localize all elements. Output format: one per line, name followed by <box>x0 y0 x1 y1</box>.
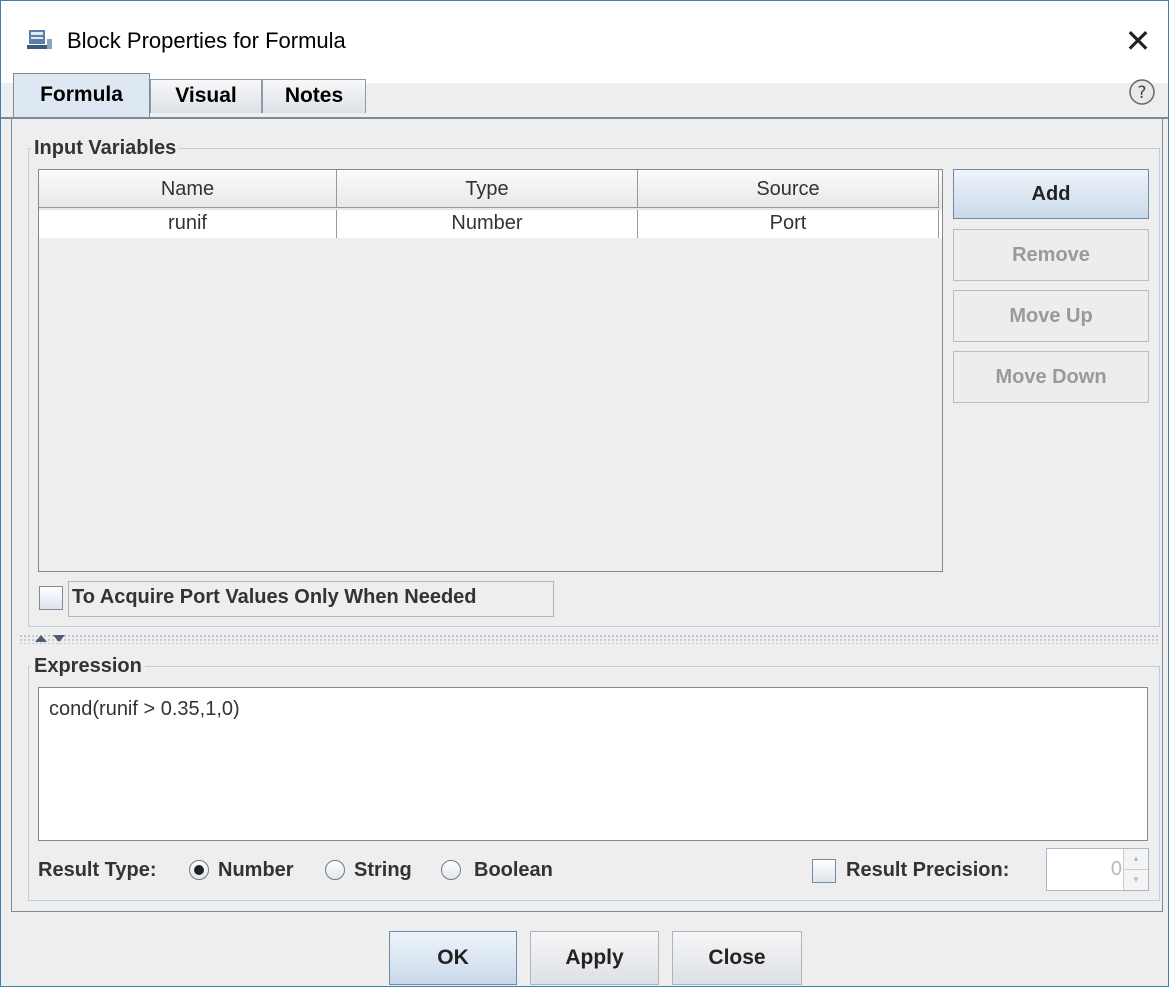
ok-button[interactable]: OK <box>389 931 517 985</box>
spinner-buttons: ▲ ▼ <box>1123 849 1148 890</box>
input-variables-table: Name Type Source runif Number Port <box>38 169 943 572</box>
input-variables-legend: Input Variables <box>34 137 177 159</box>
result-precision-spinner[interactable]: 0 ▲ ▼ <box>1046 848 1149 891</box>
tab-visual[interactable]: Visual <box>150 79 262 113</box>
result-type-boolean-label[interactable]: Boolean <box>474 859 553 882</box>
window-title: Block Properties for Formula <box>67 28 346 53</box>
result-type-label: Result Type: <box>38 859 157 881</box>
title-bar: Block Properties for Formula ✕ <box>1 1 1168 83</box>
spinner-up-icon[interactable]: ▲ <box>1124 849 1148 870</box>
splitter-arrows-icon[interactable] <box>33 632 73 644</box>
close-icon[interactable]: ✕ <box>1118 21 1158 61</box>
result-precision-label[interactable]: Result Precision: <box>846 859 1009 882</box>
acquire-port-values-label[interactable]: To Acquire Port Values Only When Needed <box>72 586 477 609</box>
expression-legend: Expression <box>34 655 142 677</box>
dialog-window: Block Properties for Formula ✕ Formula V… <box>0 0 1169 987</box>
svg-text:?: ? <box>1137 83 1146 103</box>
expression-textarea[interactable]: cond(runif > 0.35,1,0) <box>38 687 1148 841</box>
move-up-button[interactable]: Move Up <box>953 290 1149 342</box>
result-precision-value[interactable]: 0 <box>1111 849 1122 890</box>
result-type-boolean-radio[interactable] <box>441 860 461 880</box>
result-precision-checkbox[interactable] <box>812 859 836 883</box>
move-down-button[interactable]: Move Down <box>953 351 1149 403</box>
close-button[interactable]: Close <box>672 931 802 985</box>
block-properties-icon <box>27 30 52 49</box>
result-type-number-radio[interactable] <box>189 860 209 880</box>
result-type-string-label[interactable]: String <box>354 859 412 882</box>
table-row[interactable]: runif Number Port <box>39 210 942 238</box>
result-type-string-radio[interactable] <box>325 860 345 880</box>
tab-formula[interactable]: Formula <box>13 73 150 117</box>
help-icon[interactable]: ? <box>1128 78 1156 106</box>
cell-type[interactable]: Number <box>337 210 638 238</box>
result-type-number-label[interactable]: Number <box>218 859 294 882</box>
remove-button[interactable]: Remove <box>953 229 1149 281</box>
cell-name[interactable]: runif <box>39 210 337 238</box>
table-header: Name Type Source <box>39 170 942 210</box>
column-header-source[interactable]: Source <box>638 170 939 208</box>
radio-selected-dot <box>194 865 204 875</box>
acquire-port-values-checkbox[interactable] <box>39 586 63 610</box>
apply-button[interactable]: Apply <box>530 931 659 985</box>
tab-notes[interactable]: Notes <box>262 79 366 113</box>
split-pane-divider[interactable] <box>19 634 1159 644</box>
column-header-name[interactable]: Name <box>39 170 337 208</box>
add-button[interactable]: Add <box>953 169 1149 219</box>
spinner-down-icon[interactable]: ▼ <box>1124 870 1148 890</box>
column-header-type[interactable]: Type <box>337 170 638 208</box>
cell-source[interactable]: Port <box>638 210 939 238</box>
